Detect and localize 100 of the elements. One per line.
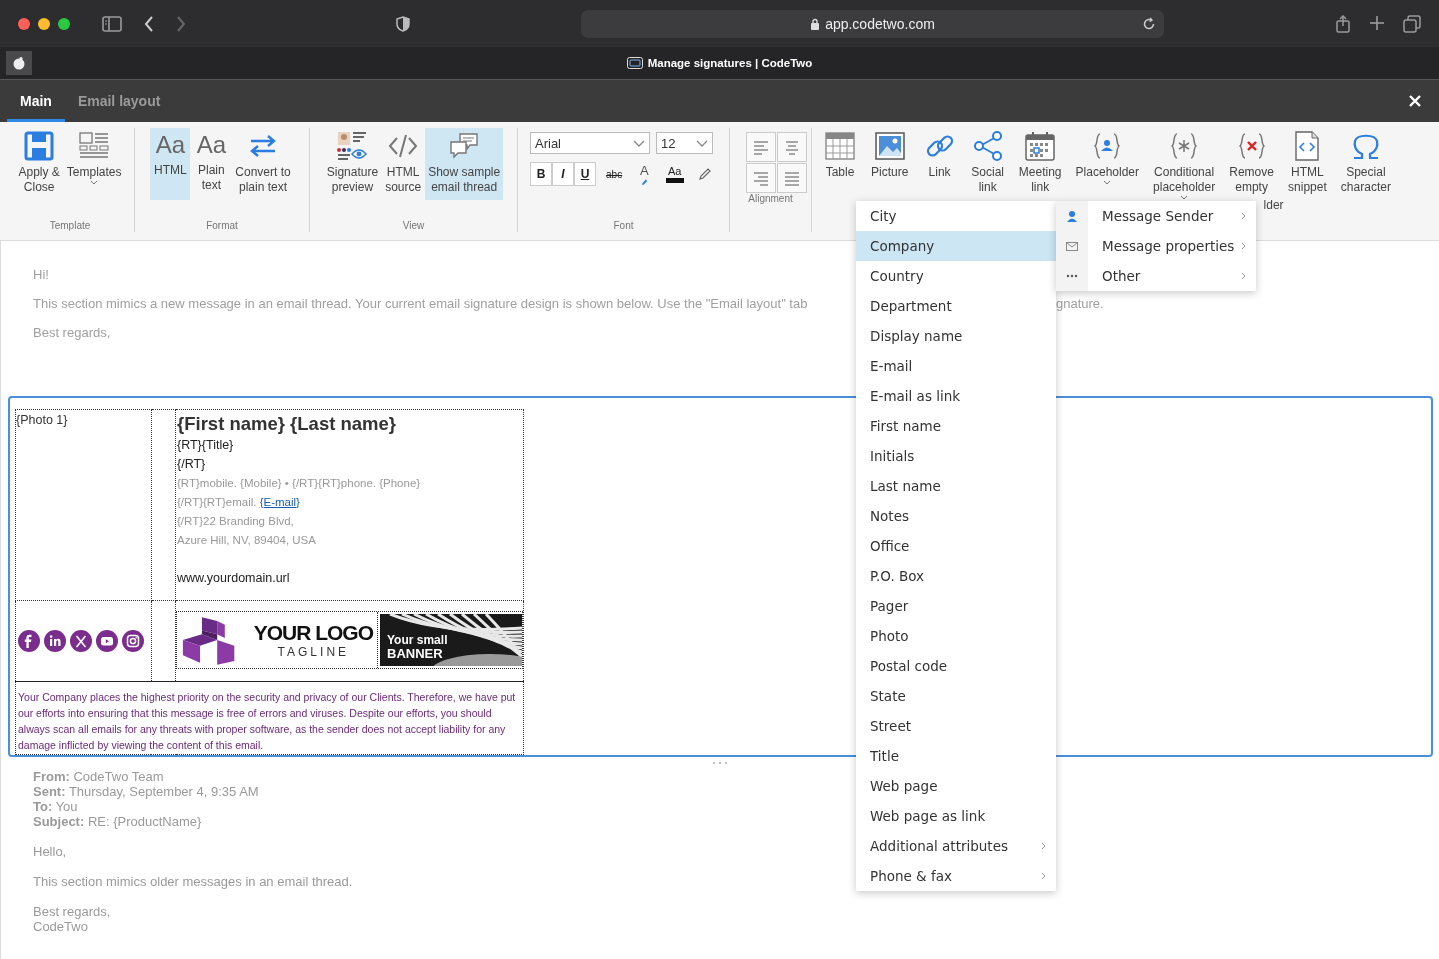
- html-button[interactable]: Aa HTML: [150, 128, 191, 200]
- email-link[interactable]: {E-mail}: [259, 496, 300, 508]
- menu-item[interactable]: Additional attributes: [856, 831, 1056, 861]
- envelope-icon: [1066, 240, 1078, 252]
- social-button[interactable]: Social link: [967, 128, 1008, 200]
- social-media-icon[interactable]: [70, 630, 92, 652]
- tab-title: Manage signatures | CodeTwo: [647, 57, 813, 69]
- banner-text: Your small: [387, 634, 448, 647]
- picture-button[interactable]: Picture: [868, 128, 912, 200]
- share-nodes-icon: [971, 130, 1004, 162]
- menu-item[interactable]: Other: [1088, 261, 1256, 291]
- highlight-button[interactable]: A: [632, 162, 657, 186]
- group-label: Font: [612, 220, 635, 232]
- header-line: From: CodeTwo Team: [33, 769, 164, 784]
- placeholder-button[interactable]: Placeholder: [1072, 128, 1142, 200]
- close-icon: [1409, 95, 1421, 107]
- menu-item[interactable]: Pager: [856, 591, 1056, 621]
- italic-button[interactable]: I: [552, 162, 574, 186]
- snippet-button[interactable]: HTML snippet: [1285, 128, 1330, 200]
- underline-button[interactable]: U: [574, 162, 596, 186]
- reload-icon[interactable]: [1142, 16, 1156, 31]
- menu-item[interactable]: Last name: [856, 471, 1056, 501]
- convert-button[interactable]: Convert to plain text: [232, 128, 294, 200]
- window-control-button[interactable]: [38, 17, 50, 30]
- source-button[interactable]: HTML source: [382, 128, 425, 200]
- tabs-overview-icon[interactable]: [1403, 14, 1421, 33]
- menu-item[interactable]: Message Sender: [1088, 201, 1256, 231]
- link-button[interactable]: Link: [919, 128, 960, 200]
- menu-item[interactable]: E-mail: [856, 351, 1056, 381]
- lock-icon: [810, 17, 821, 30]
- save-icon: [23, 130, 56, 162]
- signature-line: {/RT}{RT}email. {E-mail}: [177, 495, 301, 510]
- menu-item[interactable]: Web page: [856, 771, 1056, 801]
- forward-icon[interactable]: [176, 15, 186, 32]
- social-media-icon[interactable]: [18, 630, 40, 652]
- person-icon: [1066, 210, 1078, 222]
- menu-item[interactable]: State: [856, 681, 1056, 711]
- menu-item[interactable]: Initials: [856, 441, 1056, 471]
- menu-item[interactable]: Photo: [856, 621, 1056, 651]
- close-button[interactable]: [1407, 93, 1423, 109]
- special-button[interactable]: Special character: [1337, 128, 1394, 200]
- menu-item[interactable]: City: [856, 201, 1056, 231]
- header-line: Subject: RE: {ProductName}: [33, 814, 202, 829]
- font-dropdown[interactable]: Arial: [530, 132, 650, 154]
- plain-button[interactable]: Aa Plain text: [191, 128, 232, 200]
- signature-line: www.yourdomain.url: [177, 570, 291, 587]
- menu-item[interactable]: Company: [856, 231, 1056, 261]
- body-text: This section mimics a new message in an email thread. Your current email signature design is shown below. Use the "Email layout" tab: [33, 296, 808, 311]
- photo-placeholder: {Photo 1}: [16, 413, 68, 427]
- bold-button[interactable]: B: [530, 162, 552, 186]
- menu-item[interactable]: Country: [856, 261, 1056, 291]
- picture-icon: [873, 130, 906, 162]
- share-icon[interactable]: [1335, 14, 1351, 33]
- group-label: Alignment: [747, 193, 794, 205]
- menu-item[interactable]: Office: [856, 531, 1056, 561]
- meeting-button[interactable]: Meeting link: [1015, 128, 1065, 200]
- conditional-button[interactable]: Conditional placeholder: [1150, 128, 1219, 200]
- logo-tagline: TAGLINE: [277, 645, 350, 659]
- logo-text: YOUR LOGO: [253, 621, 373, 645]
- preview-button[interactable]: Signature preview: [323, 128, 382, 200]
- group-label: Format: [205, 220, 239, 232]
- resize-grip-icon[interactable]: [712, 761, 728, 765]
- address-bar[interactable]: app.codetwo.com: [581, 9, 1164, 38]
- social-media-icon[interactable]: [96, 630, 118, 652]
- menu-item[interactable]: Title: [856, 741, 1056, 771]
- window-control-button[interactable]: [58, 17, 70, 30]
- menu-item[interactable]: Postal code: [856, 651, 1056, 681]
- back-icon[interactable]: [144, 15, 154, 32]
- social-media-icon[interactable]: [44, 630, 66, 652]
- font-size-dropdown[interactable]: 12: [656, 132, 713, 154]
- menu-item[interactable]: P.O. Box: [856, 561, 1056, 591]
- banner-text: BANNER: [387, 647, 444, 660]
- menu-item[interactable]: Display name: [856, 321, 1056, 351]
- save-button[interactable]: Apply & Close: [15, 128, 63, 200]
- thread-button[interactable]: Show sample email thread: [425, 128, 504, 200]
- text-align-icon: [751, 138, 771, 156]
- table-button[interactable]: Table: [820, 128, 860, 200]
- table-icon: [824, 130, 856, 162]
- closing-text: Best regards,: [33, 904, 111, 919]
- menu-item[interactable]: Department: [856, 291, 1056, 321]
- pencil-icon: [697, 167, 712, 181]
- body-text: gnature.: [1056, 296, 1104, 311]
- menu-item[interactable]: E-mail as link: [856, 381, 1056, 411]
- strike-button[interactable]: abc: [602, 162, 627, 186]
- sidebar-icon[interactable]: [102, 15, 122, 32]
- menu-item[interactable]: Web page as link: [856, 801, 1056, 831]
- menu-item[interactable]: Notes: [856, 501, 1056, 531]
- templates-button[interactable]: Templates: [63, 128, 125, 200]
- tab[interactable]: Email layout: [64, 83, 174, 122]
- menu-item[interactable]: Phone & fax: [856, 861, 1056, 891]
- signature-name: {First name} {Last name}: [177, 412, 397, 436]
- menu-item[interactable]: First name: [856, 411, 1056, 441]
- social-media-icon[interactable]: [122, 630, 144, 652]
- shield-icon[interactable]: [396, 15, 410, 32]
- new-tab-icon[interactable]: [1369, 14, 1385, 31]
- color-button[interactable]: Aa: [662, 162, 687, 186]
- menu-item[interactable]: Street: [856, 711, 1056, 741]
- url-text: app.codetwo.com: [825, 15, 935, 32]
- window-control-button[interactable]: [18, 17, 30, 30]
- site-icon[interactable]: [6, 51, 32, 75]
